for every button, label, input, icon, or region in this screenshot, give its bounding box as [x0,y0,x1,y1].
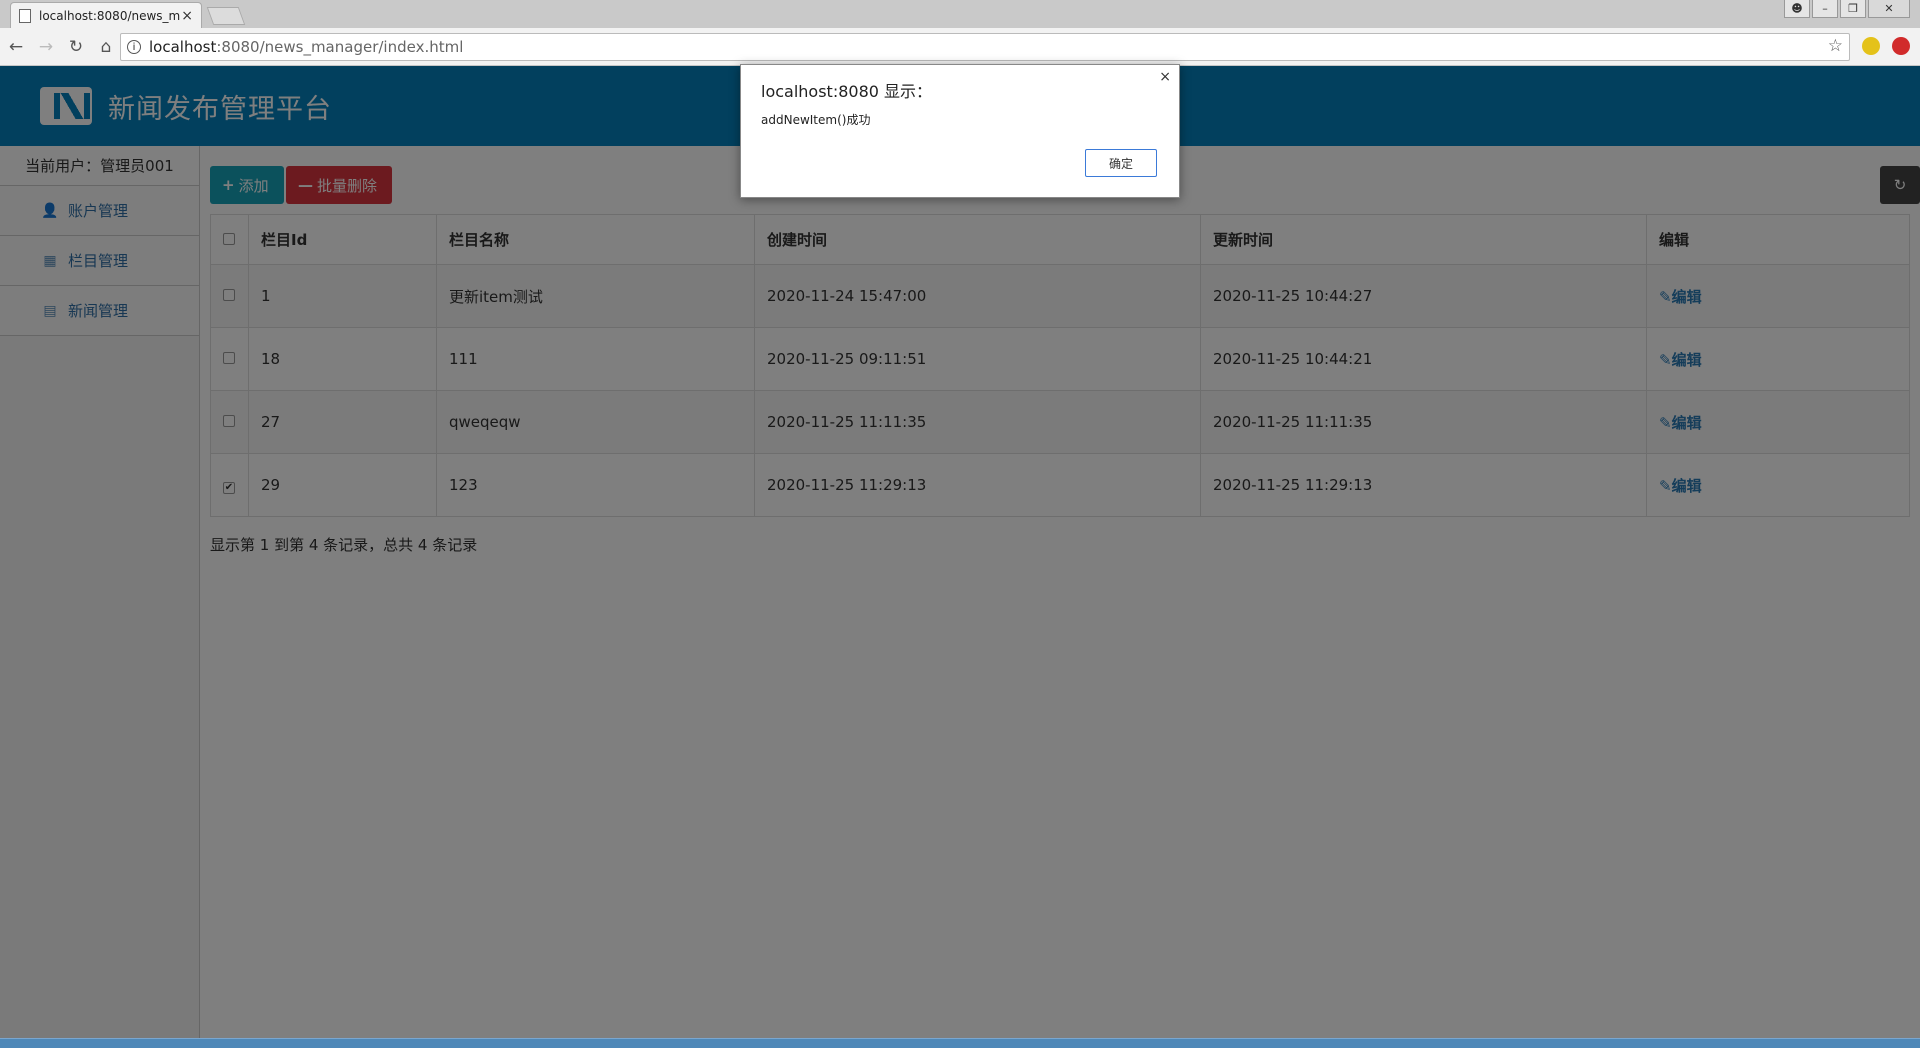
alert-dialog: localhost:8080 显示： × addNewItem()成功 确定 [740,64,1180,198]
url-host: localhost [149,38,217,56]
minimize-icon[interactable]: – [1812,0,1838,18]
new-tab-button[interactable] [206,7,246,25]
forward-icon[interactable]: → [32,33,60,61]
dialog-message: addNewItem()成功 [761,113,871,127]
info-icon[interactable]: i [127,40,141,54]
home-icon[interactable]: ⌂ [92,33,120,61]
browser-tabstrip: localhost:8080/news_m × ☻ – ❐ ✕ [0,0,1920,28]
bookmark-star-icon[interactable]: ☆ [1828,36,1843,56]
address-bar[interactable]: i localhost:8080/news_manager/index.html… [120,33,1850,61]
browser-tab[interactable]: localhost:8080/news_m × [10,2,202,28]
tab-title: localhost:8080/news_m [39,8,181,23]
dialog-title: localhost:8080 显示： [761,82,933,101]
window-controls: ☻ – ❐ ✕ [1784,0,1910,18]
tab-close-icon[interactable]: × [181,8,193,24]
os-taskbar [0,1038,1920,1048]
url-path: :8080/news_manager/index.html [216,38,464,56]
modal-overlay [0,66,1920,1038]
window-close-icon[interactable]: ✕ [1868,0,1910,18]
back-icon[interactable]: ← [2,33,30,61]
dialog-close-icon[interactable]: × [1159,69,1171,85]
adblock-icon[interactable] [1892,37,1910,55]
extension-icon[interactable] [1862,37,1880,55]
browser-toolbar: ← → ↻ ⌂ i localhost:8080/news_manager/in… [0,28,1920,66]
profile-icon[interactable]: ☻ [1784,0,1810,18]
restore-icon[interactable]: ❐ [1840,0,1866,18]
dialog-ok-button[interactable]: 确定 [1085,149,1157,177]
page-icon [19,8,31,23]
reload-icon[interactable]: ↻ [62,33,90,61]
